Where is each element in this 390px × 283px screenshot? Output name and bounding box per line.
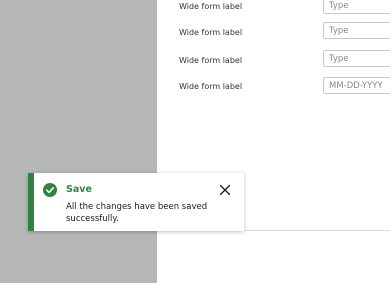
toast-accent-bar — [28, 173, 34, 231]
close-icon[interactable] — [219, 184, 231, 196]
side-panel — [157, 0, 390, 283]
toast-title: Save — [66, 184, 92, 195]
check-circle-icon — [43, 183, 57, 197]
form-label: Wide form label — [179, 2, 243, 11]
form-label: Wide form label — [179, 28, 243, 37]
text-input[interactable] — [323, 22, 390, 39]
text-input[interactable] — [323, 0, 390, 14]
divider — [243, 230, 390, 231]
form-label: Wide form label — [179, 56, 243, 65]
modal-overlay[interactable] — [0, 0, 157, 283]
toast-message: All the changes have been saved successf… — [66, 202, 208, 224]
text-input[interactable] — [323, 50, 390, 67]
date-input[interactable] — [323, 77, 390, 94]
form-label: Wide form label — [179, 82, 243, 91]
success-toast: Save All the changes have been saved suc… — [28, 173, 244, 231]
